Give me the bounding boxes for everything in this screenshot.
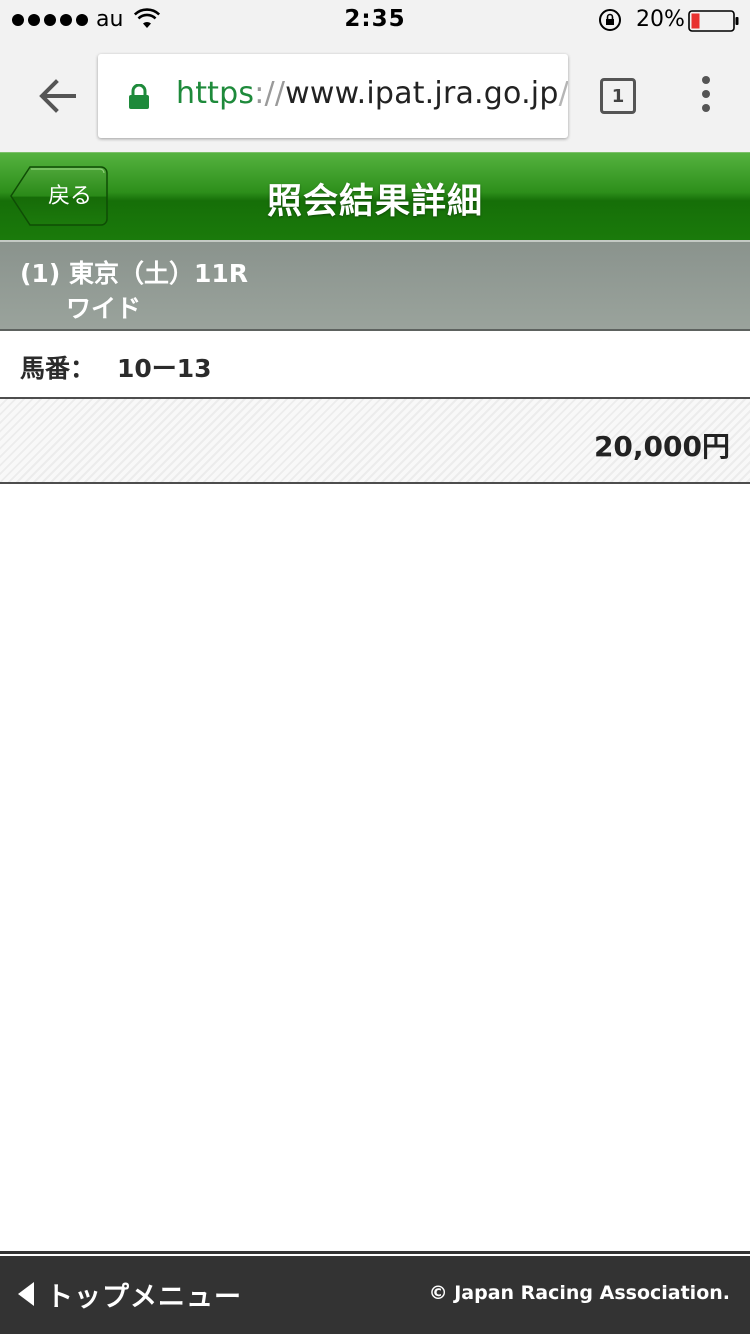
rotation-lock-icon xyxy=(599,9,621,31)
bet-type: ワイド xyxy=(66,294,142,323)
back-arrow-icon[interactable] xyxy=(38,78,78,114)
url-text: https://www.ipat.jra.go.jp/s xyxy=(176,76,568,111)
footer-divider xyxy=(0,1251,750,1254)
triangle-left-icon xyxy=(18,1282,34,1306)
lock-icon xyxy=(129,84,149,109)
tab-switcher-button[interactable]: 1 xyxy=(600,78,636,114)
footer: トップメニュー © Japan Racing Association. xyxy=(0,1256,750,1334)
race-name: (1) 東京（土）11R xyxy=(20,259,248,288)
horse-number-value: 10ー13 xyxy=(117,354,212,383)
battery-icon xyxy=(688,10,739,32)
browser-toolbar: https://www.ipat.jra.go.jp/s 1 xyxy=(0,40,750,152)
url-scheme: https xyxy=(176,76,255,111)
url-separator: :// xyxy=(254,76,286,111)
top-menu-link[interactable]: トップメニュー xyxy=(18,1274,242,1314)
horse-number-label: 馬番： xyxy=(20,354,96,383)
amount-row: 20,000円 xyxy=(0,397,750,484)
status-bar: au 2:35 20% xyxy=(0,0,750,40)
battery-percent: 20% xyxy=(636,7,685,32)
copyright: © Japan Racing Association. xyxy=(428,1282,730,1304)
overflow-menu-icon[interactable] xyxy=(698,76,714,118)
race-info: (1) 東京（土）11R ワイド xyxy=(0,240,750,331)
top-menu-label: トップメニュー xyxy=(46,1281,242,1313)
page-title: 照会結果詳細 xyxy=(266,182,483,222)
address-bar[interactable]: https://www.ipat.jra.go.jp/s xyxy=(98,54,568,138)
horse-number-row: 馬番： 10ー13 xyxy=(0,331,750,397)
amount-value: 20,000円 xyxy=(593,430,730,463)
app-header: 戻る 照会結果詳細 xyxy=(0,152,750,240)
url-path: /s xyxy=(558,76,568,111)
url-host: www.ipat.jra.go.jp xyxy=(285,76,559,111)
